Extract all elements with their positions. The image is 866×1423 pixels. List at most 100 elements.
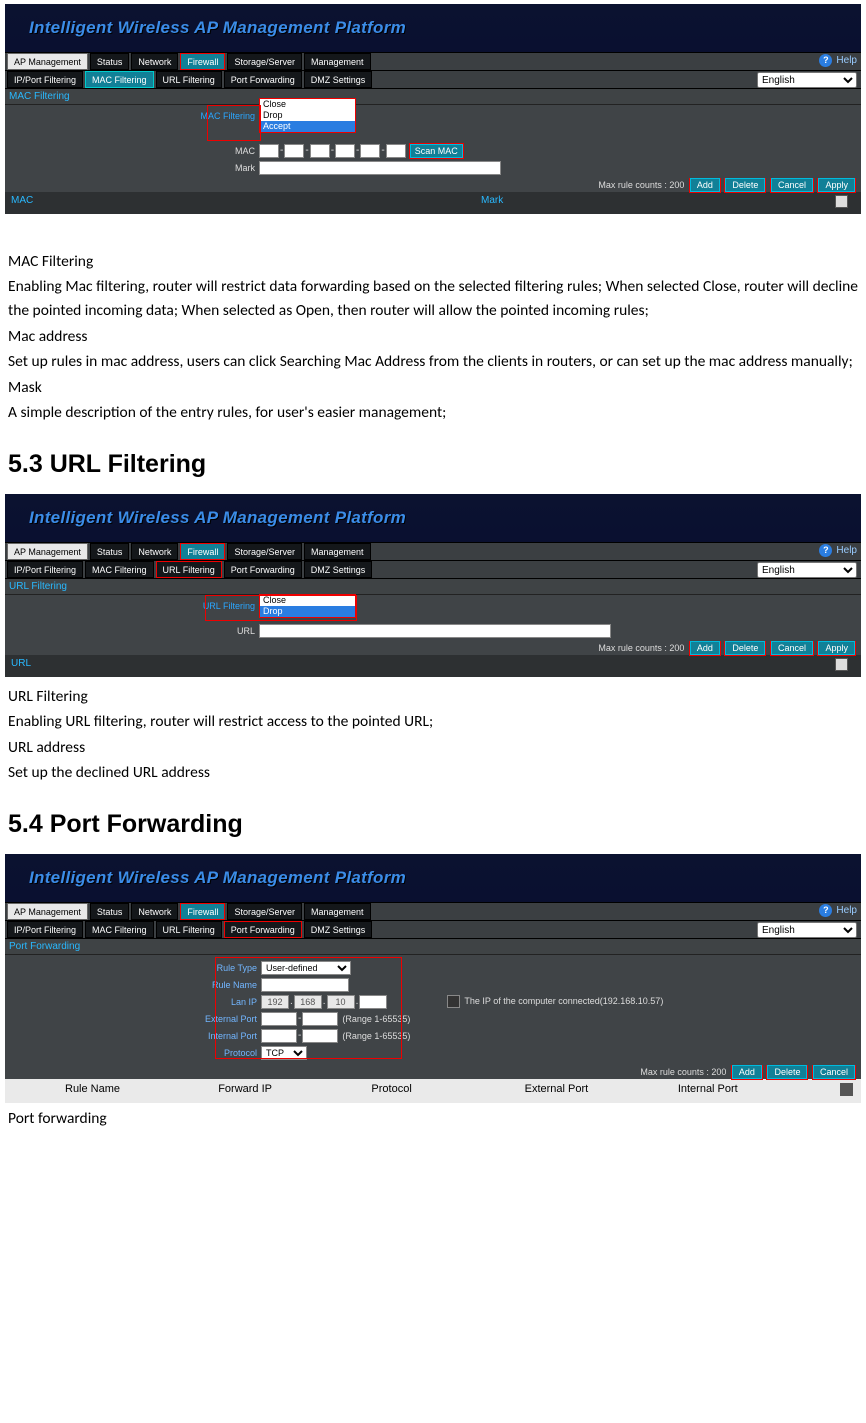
- subtab-dmz[interactable]: DMZ Settings: [304, 921, 373, 938]
- help-area: ? Help: [819, 904, 857, 917]
- tab-storage[interactable]: Storage/Server: [227, 53, 302, 70]
- delete-button[interactable]: Delete: [725, 178, 765, 192]
- mac-oct-5[interactable]: [360, 144, 380, 158]
- tab-storage[interactable]: Storage/Server: [227, 543, 302, 560]
- tab-ap-management[interactable]: AP Management: [7, 543, 88, 560]
- mac-filtering-dropdown[interactable]: Close Drop Accept: [259, 98, 356, 133]
- mac-filtering-screenshot: Intelligent Wireless AP Management Platf…: [5, 4, 861, 214]
- url-address-heading: URL address: [8, 738, 858, 757]
- protocol-label: Protocol: [5, 1048, 261, 1058]
- subtab-portforwarding[interactable]: Port Forwarding: [224, 561, 302, 578]
- int-port-from[interactable]: [261, 1029, 297, 1043]
- column-headers: MAC Mark: [5, 192, 861, 214]
- help-label[interactable]: Help: [836, 905, 857, 916]
- language-select[interactable]: English: [757, 72, 857, 88]
- help-icon[interactable]: ?: [819, 544, 832, 557]
- delete-button[interactable]: Delete: [767, 1065, 807, 1079]
- tab-firewall[interactable]: Firewall: [180, 53, 225, 70]
- col-protocol: Protocol: [371, 1083, 524, 1099]
- apply-button[interactable]: Apply: [818, 641, 855, 655]
- cancel-button[interactable]: Cancel: [771, 178, 813, 192]
- rule-name-input[interactable]: [261, 978, 349, 992]
- banner-title: Intelligent Wireless AP Management Platf…: [29, 18, 406, 38]
- ip-note-checkbox[interactable]: [447, 995, 460, 1008]
- select-all-checkbox[interactable]: [835, 658, 848, 671]
- url-filtering-label: URL Filtering: [5, 601, 259, 611]
- sub-tabs: IP/Port Filtering MAC Filtering URL Filt…: [5, 921, 861, 939]
- tab-storage[interactable]: Storage/Server: [227, 903, 302, 920]
- cancel-button[interactable]: Cancel: [813, 1065, 855, 1079]
- help-icon[interactable]: ?: [819, 54, 832, 67]
- tab-ap-management[interactable]: AP Management: [7, 53, 88, 70]
- mac-oct-4[interactable]: [335, 144, 355, 158]
- mark-input[interactable]: [259, 161, 501, 175]
- tab-network[interactable]: Network: [131, 903, 178, 920]
- subtab-url[interactable]: URL Filtering: [156, 71, 222, 88]
- subtab-mac[interactable]: MAC Filtering: [85, 921, 154, 938]
- ext-port-to[interactable]: [302, 1012, 338, 1026]
- mac-oct-2[interactable]: [284, 144, 304, 158]
- select-all-checkbox[interactable]: [840, 1083, 853, 1096]
- ext-range: (Range 1-65535): [342, 1014, 410, 1024]
- subtab-mac[interactable]: MAC Filtering: [85, 71, 154, 88]
- mark-label: Mark: [5, 163, 259, 173]
- ip-oct-2[interactable]: 168: [294, 995, 322, 1009]
- max-rule-counts: Max rule counts : 200: [640, 1067, 726, 1077]
- subtab-dmz[interactable]: DMZ Settings: [304, 71, 373, 88]
- mac-oct-1[interactable]: [259, 144, 279, 158]
- mac-address-heading: Mac address: [8, 327, 858, 346]
- tab-firewall[interactable]: Firewall: [180, 543, 225, 560]
- subtab-mac[interactable]: MAC Filtering: [85, 561, 154, 578]
- rule-type-select[interactable]: User-defined: [261, 961, 351, 975]
- help-label[interactable]: Help: [836, 545, 857, 556]
- ip-oct-1[interactable]: 192: [261, 995, 289, 1009]
- int-port-to[interactable]: [302, 1029, 338, 1043]
- add-button[interactable]: Add: [690, 641, 720, 655]
- apply-button[interactable]: Apply: [818, 178, 855, 192]
- select-all-checkbox[interactable]: [835, 195, 848, 208]
- protocol-select[interactable]: TCP: [261, 1046, 307, 1060]
- ext-port-from[interactable]: [261, 1012, 297, 1026]
- col-rule-name: Rule Name: [65, 1083, 218, 1099]
- add-button[interactable]: Add: [690, 178, 720, 192]
- ip-oct-4[interactable]: [359, 995, 387, 1009]
- tab-status[interactable]: Status: [90, 53, 130, 70]
- tab-firewall[interactable]: Firewall: [180, 903, 225, 920]
- subtab-dmz[interactable]: DMZ Settings: [304, 561, 373, 578]
- subtab-ipport[interactable]: IP/Port Filtering: [7, 561, 83, 578]
- language-select[interactable]: English: [757, 562, 857, 578]
- subtab-url[interactable]: URL Filtering: [156, 561, 222, 578]
- mac-heading: MAC Filtering: [8, 252, 858, 271]
- help-icon[interactable]: ?: [819, 904, 832, 917]
- rule-name-label: Rule Name: [5, 980, 261, 990]
- tab-network[interactable]: Network: [131, 543, 178, 560]
- section-5-4: 5.4 Port Forwarding: [8, 810, 862, 839]
- language-select[interactable]: English: [757, 922, 857, 938]
- tab-ap-management[interactable]: AP Management: [7, 903, 88, 920]
- ip-oct-3[interactable]: 10: [327, 995, 355, 1009]
- url-input[interactable]: [259, 624, 611, 638]
- subtab-ipport[interactable]: IP/Port Filtering: [7, 921, 83, 938]
- subtab-url[interactable]: URL Filtering: [156, 921, 222, 938]
- subtab-ipport[interactable]: IP/Port Filtering: [7, 71, 83, 88]
- tab-network[interactable]: Network: [131, 53, 178, 70]
- tab-status[interactable]: Status: [90, 903, 130, 920]
- mac-oct-3[interactable]: [310, 144, 330, 158]
- add-button[interactable]: Add: [732, 1065, 762, 1079]
- help-label[interactable]: Help: [836, 55, 857, 66]
- banner-title: Intelligent Wireless AP Management Platf…: [29, 868, 406, 888]
- port-forwarding-screenshot: Intelligent Wireless AP Management Platf…: [5, 854, 861, 1103]
- url-filtering-dropdown[interactable]: Close Drop: [259, 594, 356, 618]
- col-mark: Mark: [481, 195, 835, 211]
- panel-title: URL Filtering: [5, 579, 861, 595]
- subtab-portforwarding[interactable]: Port Forwarding: [224, 921, 302, 938]
- cancel-button[interactable]: Cancel: [771, 641, 813, 655]
- tab-management[interactable]: Management: [304, 53, 371, 70]
- scan-mac-button[interactable]: Scan MAC: [410, 144, 463, 158]
- tab-management[interactable]: Management: [304, 903, 371, 920]
- delete-button[interactable]: Delete: [725, 641, 765, 655]
- tab-status[interactable]: Status: [90, 543, 130, 560]
- mac-oct-6[interactable]: [386, 144, 406, 158]
- tab-management[interactable]: Management: [304, 543, 371, 560]
- subtab-portforwarding[interactable]: Port Forwarding: [224, 71, 302, 88]
